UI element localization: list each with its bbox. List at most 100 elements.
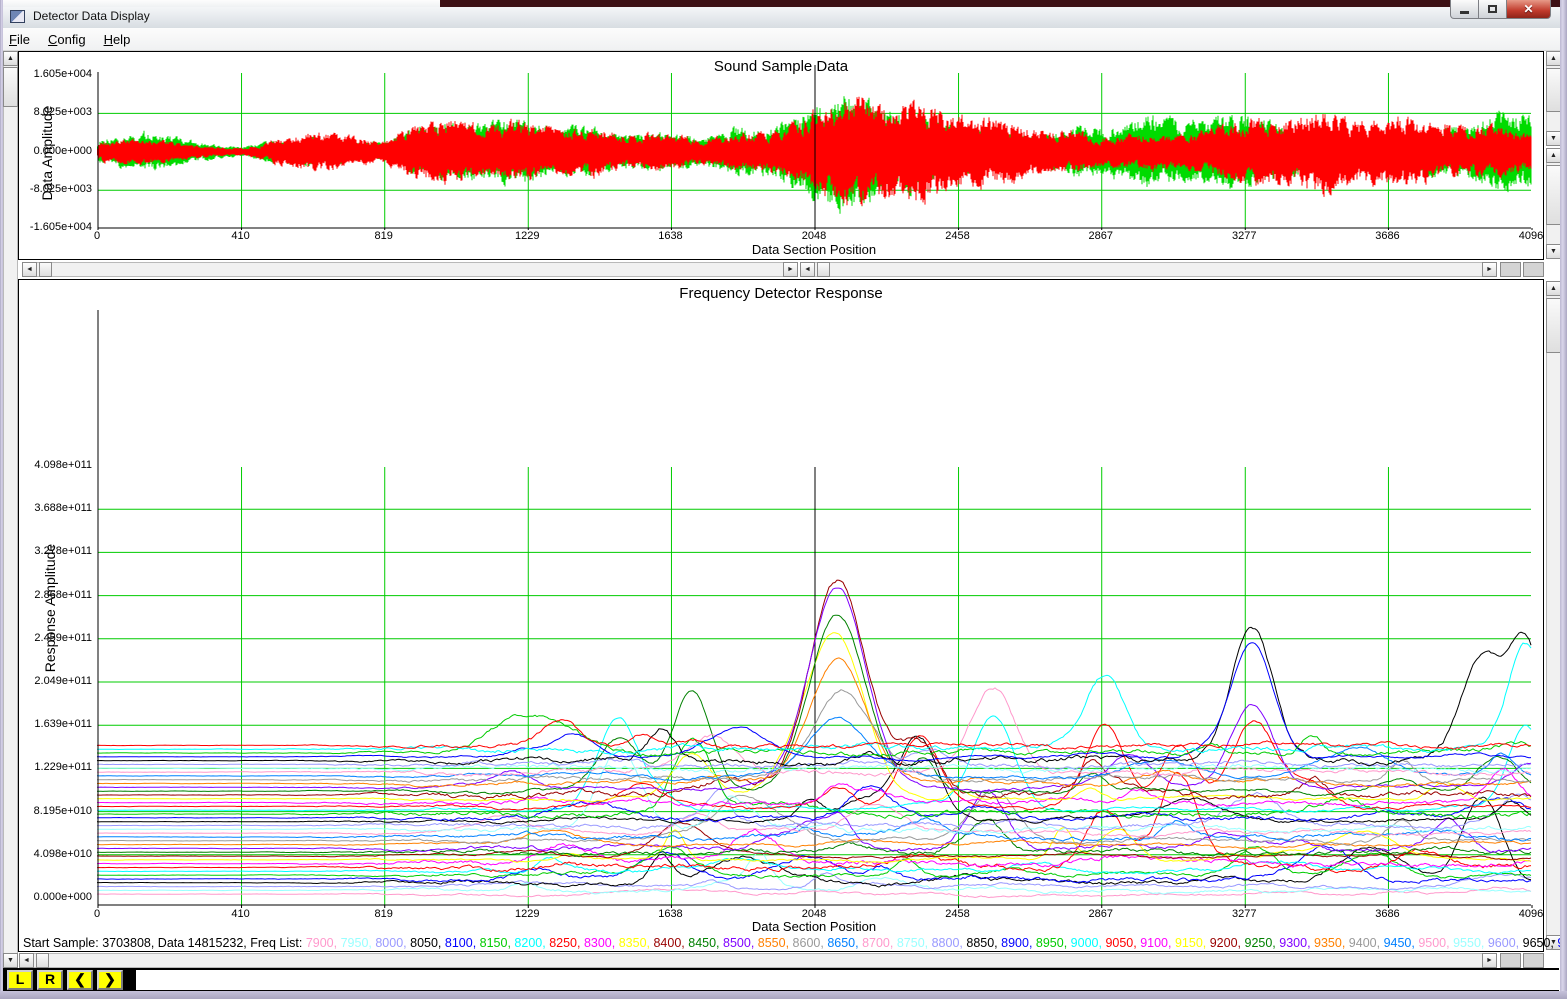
freq-item: 8350, xyxy=(619,936,654,950)
minimize-button[interactable] xyxy=(1450,0,1479,19)
freq-item: 8200, xyxy=(514,936,549,950)
freq-item: 8750, xyxy=(897,936,932,950)
desktop-background-peek xyxy=(440,0,1567,7)
title-bar-glass xyxy=(0,7,1567,28)
left-vscroll-down-button[interactable]: ▼ xyxy=(3,953,18,968)
app-icon xyxy=(10,10,25,23)
status-prefix: Start Sample: 3703808, Data 14815232, Fr… xyxy=(23,936,306,950)
title-bar[interactable]: Detector Data Display ✕ xyxy=(0,0,1567,28)
top-right-hscroll-left-button[interactable]: ◄ xyxy=(800,262,815,277)
menu-bar: File Config Help xyxy=(0,28,1567,51)
freq-item: 8100, xyxy=(445,936,480,950)
toolbar-button-group: L R ❮ ❯ xyxy=(3,970,136,990)
x-tick-label: 1229 xyxy=(497,230,557,242)
top-chart-xlabel: Data Section Position xyxy=(564,242,1064,257)
vscroll-a-down-button[interactable]: ▼ xyxy=(1546,131,1561,146)
y-tick-label: 1.229e+011 xyxy=(22,761,92,773)
freq-item: 8650, xyxy=(827,936,862,950)
vscroll-c-up-button[interactable]: ▲ xyxy=(1546,281,1561,296)
vscroll-a-thumb[interactable] xyxy=(1546,68,1561,112)
left-vscroll-thumb[interactable] xyxy=(3,67,18,107)
x-tick-label: 2458 xyxy=(928,230,988,242)
freq-item: 8250, xyxy=(549,936,584,950)
freq-item: 8000, xyxy=(375,936,410,950)
vscroll-b-up-button[interactable]: ▲ xyxy=(1546,148,1561,163)
top-right-hscroll-right-button[interactable]: ► xyxy=(1482,262,1497,277)
freq-item: 8700, xyxy=(862,936,897,950)
bottom-hscrollbar[interactable] xyxy=(19,953,1497,968)
freq-item: 8800, xyxy=(932,936,967,950)
x-tick-label: 4096 xyxy=(1501,908,1561,920)
x-tick-label: 3686 xyxy=(1357,230,1417,242)
x-tick-label: 3277 xyxy=(1214,230,1274,242)
menu-file[interactable]: File xyxy=(0,29,39,50)
app-window: Detector Data Display ✕ File Config Help… xyxy=(0,0,1567,999)
window-controls: ✕ xyxy=(1451,0,1551,19)
y-tick-label: -8.025e+003 xyxy=(22,183,92,195)
step-back-button[interactable]: ❮ xyxy=(67,970,93,990)
status-line: Start Sample: 3703808, Data 14815232, Fr… xyxy=(23,936,1567,951)
vscroll-c-thumb[interactable] xyxy=(1546,298,1561,353)
freq-item: 8950, xyxy=(1036,936,1071,950)
left-vscroll-up-button[interactable]: ▲ xyxy=(3,51,18,66)
left-channel-button[interactable]: L xyxy=(7,970,33,990)
freq-item: 9400, xyxy=(1349,936,1384,950)
y-tick-label: 8.025e+003 xyxy=(22,106,92,118)
y-tick-label: 1.639e+011 xyxy=(22,718,92,730)
bottom-chart-plot xyxy=(97,308,1533,908)
close-button[interactable]: ✕ xyxy=(1506,0,1551,19)
scroll-corner-box-3 xyxy=(1500,953,1521,968)
freq-item: 8550, xyxy=(758,936,793,950)
freq-list: 7900, 7950, 8000, 8050, 8100, 8150, 8200… xyxy=(306,936,1567,950)
left-vertical-scrollbar[interactable] xyxy=(3,51,18,968)
window-border-bottom xyxy=(0,991,1567,999)
freq-item: 8850, xyxy=(966,936,1001,950)
y-tick-label: 2.049e+011 xyxy=(22,675,92,687)
x-tick-label: 0 xyxy=(67,230,127,242)
vscroll-b-thumb[interactable] xyxy=(1546,165,1561,225)
scroll-corner-box-2 xyxy=(1523,262,1544,277)
y-tick-label: 2.868e+011 xyxy=(22,589,92,601)
y-tick-label: 3.278e+011 xyxy=(22,545,92,557)
bottom-chart-vscrollbar[interactable] xyxy=(1546,281,1561,950)
right-channel-button[interactable]: R xyxy=(37,970,63,990)
freq-item: 9500, xyxy=(1418,936,1453,950)
step-forward-button[interactable]: ❯ xyxy=(97,970,123,990)
vscroll-b-down-button[interactable]: ▼ xyxy=(1546,244,1561,259)
maximize-button[interactable] xyxy=(1478,0,1507,19)
x-tick-label: 3277 xyxy=(1214,908,1274,920)
close-icon: ✕ xyxy=(1523,2,1533,16)
menu-help[interactable]: Help xyxy=(95,29,140,50)
x-tick-label: 410 xyxy=(211,230,271,242)
y-tick-label: 3.688e+011 xyxy=(22,502,92,514)
freq-item: 9550, xyxy=(1453,936,1488,950)
freq-item: 7900, xyxy=(306,936,341,950)
y-tick-label: 8.195e+010 xyxy=(22,805,92,817)
freq-item: 7950, xyxy=(341,936,376,950)
y-tick-label: 4.098e+010 xyxy=(22,848,92,860)
x-tick-label: 1229 xyxy=(497,908,557,920)
y-tick-label: 0.000e+000 xyxy=(22,891,92,903)
top-left-hscroll-thumb[interactable] xyxy=(39,262,52,277)
x-tick-label: 1638 xyxy=(640,230,700,242)
bottom-hscroll-left-button[interactable]: ◄ xyxy=(19,953,34,968)
freq-item: 9350, xyxy=(1314,936,1349,950)
window-border-left xyxy=(0,0,3,999)
y-tick-label: 0.000e+000 xyxy=(22,145,92,157)
bottom-hscroll-thumb[interactable] xyxy=(36,953,49,968)
top-left-hscroll-left-button[interactable]: ◄ xyxy=(22,262,37,277)
top-chart-plot xyxy=(97,63,1533,230)
freq-item: 9100, xyxy=(1140,936,1175,950)
vscroll-a-up-button[interactable]: ▲ xyxy=(1546,51,1561,66)
top-right-hscrollbar[interactable] xyxy=(800,262,1497,277)
channel-toolbar: L R ❮ ❯ xyxy=(3,968,1559,992)
bottom-hscroll-right-button[interactable]: ► xyxy=(1482,953,1497,968)
menu-config[interactable]: Config xyxy=(39,29,95,50)
freq-item: 9150, xyxy=(1175,936,1210,950)
freq-item: 8400, xyxy=(653,936,688,950)
freq-item: 8500, xyxy=(723,936,758,950)
top-right-hscroll-thumb[interactable] xyxy=(817,262,830,277)
top-left-hscrollbar[interactable] xyxy=(22,262,798,277)
top-left-hscroll-right-button[interactable]: ► xyxy=(783,262,798,277)
freq-item: 9300, xyxy=(1279,936,1314,950)
